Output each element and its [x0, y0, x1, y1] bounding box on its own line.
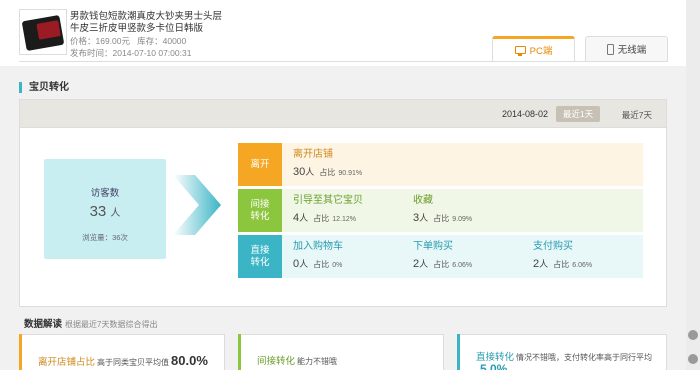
leave-store-cell[interactable]: 离开店铺 30人 占比 90.91% [293, 149, 362, 178]
conversion-panel: 2014-08-02 最近1天 最近7天 访客数 33 人 浏览量：36次 离开… [19, 99, 667, 307]
pageview-count: 浏览量：36次 [82, 233, 128, 242]
pay-pct: 6.06% [572, 262, 593, 269]
tab-mobile-label: 无线端 [617, 45, 647, 56]
analysis-card-indirect: 间接转化 能力不错哦 [238, 334, 444, 370]
analysis-title: 数据解读 [24, 319, 63, 330]
monitor-icon [514, 46, 526, 56]
device-tabs: PC端 无线端 [492, 36, 668, 62]
wallet-image [21, 14, 65, 52]
visitor-unit: 人 [110, 208, 121, 219]
favorite-pct-label: 占比 [433, 214, 450, 223]
tab-divider [19, 61, 668, 62]
last-7-days-button[interactable]: 最近7天 [622, 109, 652, 121]
visitor-box: 访客数 33 人 浏览量：36次 [44, 159, 166, 259]
stock-value: 40000 [162, 36, 187, 46]
leave-tag: 离开 [238, 143, 282, 186]
guide-other-pct: 12.12% [332, 216, 357, 223]
card-leave-head: 离开店铺占比 [38, 357, 96, 368]
panel-header: 2014-08-02 最近1天 最近7天 [20, 100, 666, 128]
leave-store-value: 30 [293, 166, 306, 178]
card-indirect-head: 间接转化 [257, 356, 296, 367]
publish-label: 发布时间： [70, 48, 113, 58]
section-title: 宝贝转化 [19, 82, 69, 93]
guide-other-cell[interactable]: 引导至其它宝贝 4人 占比 12.12% [293, 195, 363, 224]
add-cart-unit: 人 [299, 259, 309, 269]
card-leave-sub: 高于同类宝贝平均值 [97, 358, 170, 367]
funnel-row-direct: 直接 转化 加入购物车 0人 占比 0% 下单购买 2人 占比 6.06% 支付… [238, 235, 643, 278]
order-cell[interactable]: 下单购买 2人 占比 6.06% [413, 241, 472, 270]
guide-other-title: 引导至其它宝贝 [293, 195, 363, 206]
favorite-unit: 人 [419, 213, 429, 223]
add-cart-pct-label: 占比 [313, 260, 330, 269]
direct-tag: 直接 转化 [238, 235, 282, 278]
price-value: 169.00元 [95, 36, 131, 46]
funnel-arrow-icon [173, 175, 221, 235]
order-pct: 6.06% [452, 262, 473, 269]
analysis-header: 数据解读 根据最近7天数据综合得出 [24, 316, 157, 330]
add-cart-cell[interactable]: 加入购物车 0人 占比 0% [293, 241, 343, 270]
share-icon[interactable] [688, 330, 698, 340]
product-publish-time: 发布时间：2014-07-10 07:00:31 [70, 47, 191, 59]
favorite-title: 收藏 [413, 195, 433, 206]
card-accent [457, 334, 460, 370]
funnel-row-indirect: 间接 转化 引导至其它宝贝 4人 占比 12.12% 收藏 3人 占比 9.09… [238, 189, 643, 232]
pay-title: 支付购买 [533, 241, 573, 252]
tab-pc[interactable]: PC端 [492, 36, 575, 62]
leave-store-pct: 90.91% [338, 170, 363, 177]
pay-cell[interactable]: 支付购买 2人 占比 6.06% [533, 241, 592, 270]
product-thumbnail[interactable] [19, 9, 67, 55]
side-toolbar [686, 0, 700, 370]
card-indirect-sub: 能力不错哦 [297, 357, 338, 366]
leave-store-unit: 人 [305, 167, 315, 177]
date-display: 2014-08-02 [501, 109, 548, 119]
favorite-cell[interactable]: 收藏 3人 占比 9.09% [413, 195, 472, 224]
publish-time: 2014-07-10 07:00:31 [112, 48, 192, 58]
product-header: 男款钱包短款潮真皮大钞夹男士头层牛皮三折皮甲竖款多卡位日韩版 价格：169.00… [0, 0, 686, 66]
order-pct-label: 占比 [433, 260, 450, 269]
analysis-card-leave: 离开店铺占比 高于同类宝贝平均值 80.0% [19, 334, 225, 370]
pay-unit: 人 [539, 259, 549, 269]
favorite-pct: 9.09% [452, 216, 473, 223]
price-label: 价格： [70, 36, 96, 46]
funnel-row-leave: 离开 离开店铺 30人 占比 90.91% [238, 143, 643, 186]
card-leave-big: 80.0% [171, 353, 208, 368]
card-accent [19, 334, 22, 370]
visitor-count: 33 人 [44, 203, 166, 220]
order-unit: 人 [419, 259, 429, 269]
tab-pc-label: PC端 [529, 46, 553, 57]
leave-store-pct-label: 占比 [319, 168, 336, 177]
indirect-tag: 间接 转化 [238, 189, 282, 232]
leave-store-title: 离开店铺 [293, 149, 333, 160]
analysis-card-direct: 直接转化 情况不错哦，支付转化率高于同行平均 5.0% [457, 334, 667, 370]
visitor-count-value: 33 [89, 203, 107, 220]
guide-other-pct-label: 占比 [313, 214, 330, 223]
order-title: 下单购买 [413, 241, 453, 252]
card-direct-big: 5.0% [480, 362, 508, 370]
card-direct-sub: 情况不错哦，支付转化率高于同行平均 [516, 353, 653, 362]
stock-label: 库存： [137, 36, 163, 46]
chat-icon[interactable] [688, 354, 698, 364]
analysis-note: 根据最近7天数据综合得出 [65, 320, 158, 329]
last-1-day-button[interactable]: 最近1天 [556, 106, 600, 122]
add-cart-title: 加入购物车 [293, 241, 343, 252]
card-accent [238, 334, 241, 370]
add-cart-pct: 0% [332, 262, 343, 269]
guide-other-unit: 人 [299, 213, 309, 223]
product-price-stock: 价格：169.00元 库存：40000 [70, 35, 186, 47]
pay-pct-label: 占比 [553, 260, 570, 269]
phone-icon [606, 43, 614, 55]
product-title[interactable]: 男款钱包短款潮真皮大钞夹男士头层牛皮三折皮甲竖款多卡位日韩版 [70, 11, 230, 35]
tab-mobile[interactable]: 无线端 [585, 36, 668, 62]
visitor-label: 访客数 [90, 188, 120, 199]
